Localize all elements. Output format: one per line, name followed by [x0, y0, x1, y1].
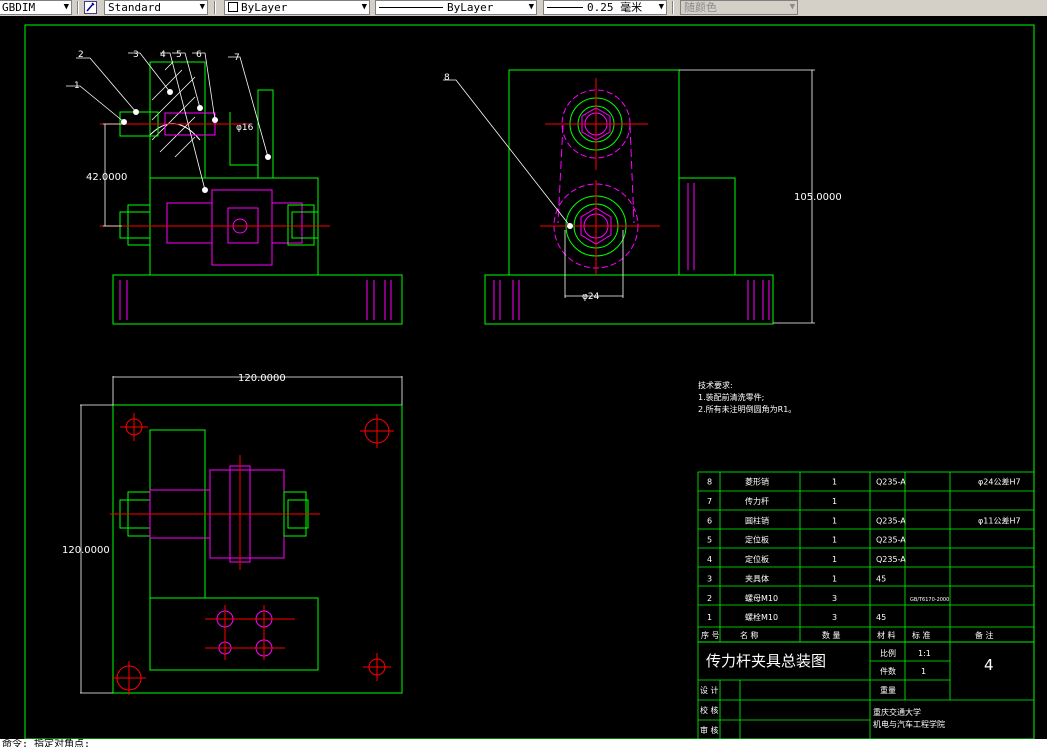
balloon-2: 2	[78, 50, 84, 60]
linetype-value: ByLayer	[447, 1, 494, 14]
bom-header-no: 序 号	[701, 630, 720, 640]
chevron-down-icon: ▼	[199, 2, 205, 12]
lineweight-value: 0.25 毫米	[587, 1, 643, 14]
command-line-text: 命令: 指定对角点:	[2, 739, 91, 747]
bom-cell-mat: Q235-A	[876, 555, 906, 564]
linetype-sample-icon	[379, 1, 443, 8]
bom-cell-qty: 3	[832, 613, 837, 622]
chevron-down-icon: ▼	[658, 2, 664, 12]
bom-cell-no: 6	[707, 516, 712, 525]
textstyle-value: Standard	[108, 1, 161, 14]
dim-42: 42.0000	[86, 172, 127, 183]
toolbar-separator	[672, 1, 674, 14]
review-label: 审 核	[700, 725, 719, 735]
text-style-icon[interactable]	[84, 1, 97, 14]
dim-phi16: φ16	[236, 123, 254, 133]
balloon-4: 4	[160, 50, 166, 60]
bom-cell-name: 定位板	[745, 554, 769, 564]
toolbar-separator	[77, 1, 79, 14]
drawing-canvas[interactable]: 42.0000 φ16 1 2 3 4 5 6 7 105.0000 φ24 8…	[0, 16, 1047, 739]
notes-line-2: 2.所有未注明倒圆角为R1。	[698, 404, 796, 414]
bom-cell-name: 圆柱销	[745, 515, 769, 525]
bom-cell-no: 7	[707, 497, 712, 506]
bom-cell-name: 菱形销	[745, 477, 769, 487]
dim-105: 105.0000	[794, 192, 842, 203]
bom-cell-name: 螺栓M10	[745, 612, 778, 622]
bom-cell-qty: 3	[832, 594, 837, 603]
lineweight-sample-icon	[547, 1, 583, 8]
bom-header-qty: 数 量	[822, 630, 841, 640]
bom-cell-qty: 1	[832, 497, 837, 506]
dimstyle-value: GBDIM	[2, 1, 36, 14]
bom-cell-name: 传力杆	[745, 496, 769, 506]
check-label: 校 核	[700, 705, 719, 715]
bom-header-standard: 标 准	[912, 630, 931, 640]
bom-cell-no: 3	[707, 574, 712, 583]
bom-cell-no: 5	[707, 536, 712, 545]
bom-cell-no: 8	[707, 478, 712, 487]
bom-cell-qty: 1	[832, 478, 837, 487]
bom-cell-mat: Q235-A	[876, 516, 906, 525]
balloon-5: 5	[176, 50, 182, 60]
layer-value: ByLayer	[241, 1, 288, 14]
balloon-3: 3	[133, 50, 139, 60]
chevron-down-icon: ▼	[63, 2, 69, 12]
dim-120-vertical: 120.0000	[62, 545, 110, 556]
command-line[interactable]: 命令: 指定对角点:	[0, 739, 1047, 747]
bom-cell-qty: 1	[832, 536, 837, 545]
design-label: 设 计	[700, 685, 719, 695]
balloon-1: 1	[74, 81, 80, 91]
bom-cell-mat: 45	[876, 574, 886, 583]
bom-cell-name: 定位板	[745, 535, 769, 545]
organization-1: 重庆交通大学	[873, 707, 921, 717]
properties-toolbar: GBDIM ▼ Standard ▼ ByLayer ▼ ByLayer ▼ 0…	[0, 0, 1047, 17]
bom-cell-no: 4	[707, 555, 712, 564]
bom-cell-qty: 1	[832, 516, 837, 525]
bom-cell-no: 2	[707, 594, 712, 603]
bom-cell-remark: φ24公差H7	[978, 477, 1021, 487]
bom-cell-mat: 45	[876, 613, 886, 622]
bom-header-material: 材 料	[877, 630, 896, 640]
bom-cell-mat: Q235-A	[876, 536, 906, 545]
chevron-down-icon: ▼	[789, 2, 795, 12]
bom-header-name: 名 称	[740, 630, 759, 640]
lineweight-select[interactable]: 0.25 毫米 ▼	[543, 0, 667, 15]
organization-2: 机电与汽车工程学院	[873, 719, 945, 729]
bom-cell-remark: φ11公差H7	[978, 515, 1021, 525]
plotstyle-select[interactable]: 随颜色 ▼	[680, 0, 798, 15]
count-value: 1	[921, 667, 926, 676]
drawing-title: 传力杆夹具总装图	[706, 652, 826, 670]
bom-header-remark: 备 注	[975, 630, 994, 640]
weight-label: 重量	[880, 685, 896, 695]
linetype-select[interactable]: ByLayer ▼	[375, 0, 537, 15]
chevron-down-icon: ▼	[361, 2, 367, 12]
bom-cell-qty: 1	[832, 555, 837, 564]
balloon-7: 7	[234, 53, 240, 63]
sheet-number: 4	[984, 656, 994, 674]
notes-title: 技术要求:	[698, 380, 733, 390]
balloon-6: 6	[196, 50, 202, 60]
dimstyle-select[interactable]: GBDIM ▼	[0, 0, 72, 15]
bom-cell-mat: Q235-A	[876, 478, 906, 487]
notes-line-1: 1.装配前清洗零件;	[698, 392, 764, 402]
dim-120-horizontal: 120.0000	[238, 373, 286, 384]
count-label: 件数	[880, 666, 896, 676]
scale-label: 比例	[880, 648, 896, 658]
bom-cell-std: GB/T6170-2000	[910, 597, 949, 603]
toolbar-separator	[214, 1, 216, 14]
bom-cell-no: 1	[707, 613, 712, 622]
dim-phi24: φ24	[582, 292, 600, 302]
scale-value: 1:1	[918, 649, 931, 658]
layer-color-select[interactable]: ByLayer ▼	[224, 0, 370, 15]
bom-cell-qty: 1	[832, 574, 837, 583]
chevron-down-icon: ▼	[528, 2, 534, 12]
bom-cell-name: 螺母M10	[745, 593, 778, 603]
plotstyle-value: 随颜色	[684, 1, 717, 14]
color-swatch-icon	[228, 2, 238, 12]
bom-cell-name: 夹具体	[745, 573, 769, 583]
balloon-8: 8	[444, 73, 450, 83]
textstyle-select[interactable]: Standard ▼	[104, 0, 208, 15]
